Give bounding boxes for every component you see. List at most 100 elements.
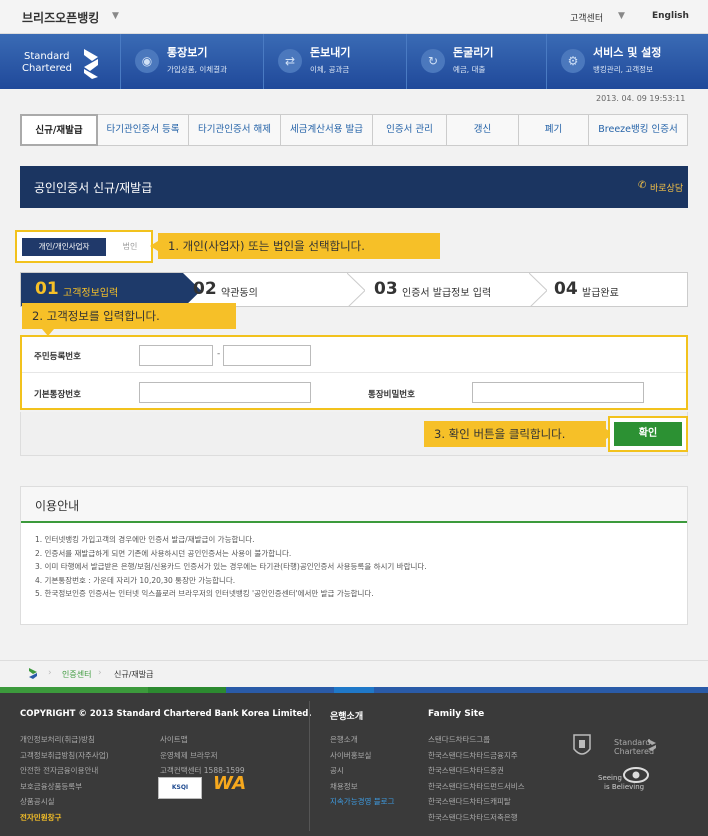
family-site-title: Family Site [428,709,485,719]
transfer-icon: ⇄ [278,49,302,73]
consult-link[interactable]: 바로상담 [650,181,683,194]
breadcrumb-separator-icon: › [98,668,102,678]
current-datetime: 2013. 04. 09 19:53:11 [596,94,686,103]
step-arrow-icon [529,273,547,306]
footer-link[interactable]: 개인정보처리(취급)방침 [20,732,109,748]
tab-register-other[interactable]: 타기관인증서 등록 [98,115,189,145]
home-logo-icon[interactable] [26,667,40,681]
step-3: 03 인증서 발급정보 입력 [374,273,534,306]
nav-item-title: 통장보기 [167,46,208,59]
footer-link[interactable]: 한국스탠다드차타드펀드서비스 [428,779,525,795]
cert-tabs: 신규/재발급 타기관인증서 등록 타기관인증서 해제 세금계산서용 발급 인증서… [20,114,688,146]
tab-revoke[interactable]: 폐기 [519,115,589,145]
tab-renew[interactable]: 갱신 [447,115,519,145]
customer-type-selector: 개인/개인사업자 법인 [15,230,153,263]
footer-logo-text: Chartered [614,747,654,756]
brand-name[interactable]: 브리즈오픈뱅킹 [22,9,99,26]
list-item: 5. 한국정보인증 인증서는 인터넷 익스플로러 브라우저의 인터넷뱅킹 '공인… [35,589,374,598]
step-label: 인증서 발급정보 입력 [402,288,492,299]
nav-item-sub: 뱅킹관리, 고객정보 [593,65,653,74]
footer-link-complaint[interactable]: 전자민원창구 [20,810,109,826]
customer-info-form: 주민등록번호 - 기본통장번호 통장비밀번호 [20,335,688,410]
step-number: 04 [554,279,578,299]
tab-new-reissue[interactable]: 신규/재발급 [20,114,98,146]
account-number-label: 기본통장번호 [34,390,81,400]
list-item: 2. 인증서를 재발급하게 되면 기존에 사용하시던 공인인증서는 사용이 불가… [35,548,292,558]
usage-guide-list: 1. 인터넷뱅킹 가입고객의 경우에만 인증서 발급/재발급이 가능합니다. 2… [35,533,427,601]
confirm-button-frame: 확인 [608,416,688,452]
nav-item-sub: 이체, 공과금 [310,65,350,74]
corporate-option[interactable]: 법인 [112,238,148,256]
resident-number-back-input[interactable] [223,345,311,366]
usage-guide: 이용안내 1. 인터넷뱅킹 가입고객의 경우에만 인증서 발급/재발급이 가능합… [20,486,688,625]
top-bar: 브리즈오픈뱅킹 ▼ 고객센터 ▼ English [0,0,708,34]
individual-option[interactable]: 개인/개인사업자 [22,238,106,256]
footer-bank-links: 은행소개 사이버홍보실 공시 채용정보 지속가능경영 블로그 [330,732,394,810]
list-item: 3. 이미 타행에서 발급받은 은행/보험/신용카드 인증서가 있는 경우에는 … [35,562,427,571]
standard-chartered-logo[interactable]: Standard Chartered [22,44,102,80]
footer-link[interactable]: 고객정보취급방침(자주사업) [20,748,109,764]
step-2: 02 약관동의 [193,273,343,306]
usage-guide-header: 이용안내 [21,487,687,523]
tab-cert-manage[interactable]: 인증서 관리 [373,115,447,145]
footer-link[interactable]: 한국스탠다드차타드저축은행 [428,810,525,826]
footer-link[interactable]: 스탠다드차타드그룹 [428,732,525,748]
footer-link[interactable]: 운영체제 브라우저 [160,748,245,764]
nav-item-transfer[interactable]: ⇄ 돈보내기 이체, 공과금 [263,34,406,89]
confirm-button[interactable]: 확인 [614,422,682,446]
tab-breeze-cert[interactable]: Breeze뱅킹 인증서 [589,115,687,145]
nav-item-invest[interactable]: ↻ 돈굴리기 예금, 대출 [406,34,546,89]
believing-text: is Believing [604,783,644,791]
gear-icon: ⚙ [561,49,585,73]
footer-logo-text: Standard [614,738,650,747]
bank-intro-title: 은행소개 [330,712,364,722]
main-nav: Standard Chartered ◉ 통장보기 가입상품, 이체결과 ⇄ 돈… [0,34,708,89]
customer-center-link[interactable]: 고객센터 [570,11,603,24]
nav-item-title: 돈보내기 [310,46,351,59]
eye-icon: ◉ [135,49,159,73]
callout-step1: 1. 개인(사업자) 또는 법인을 선택합니다. [150,233,440,259]
footer-link[interactable]: 사이버홍보실 [330,748,394,764]
form-row [22,337,686,373]
copyright: COPYRIGHT © 2013 Standard Chartered Bank… [20,709,312,719]
breadcrumb-current: 신규/재발급 [114,670,154,679]
footer-link[interactable]: 안전한 전자금융이용안내 [20,763,109,779]
tab-unregister-other[interactable]: 타기관인증서 해제 [189,115,281,145]
account-password-label: 통장비밀번호 [368,390,415,400]
footer-link-blog[interactable]: 지속가능경영 블로그 [330,794,394,810]
english-link[interactable]: English [652,11,689,21]
footer-link[interactable]: 한국스탠다드차타드증권 [428,763,525,779]
wa-badge: WA [213,773,247,794]
footer-links-col2: 사이트맵 운영체제 브라우저 고객컨택센터 1588-1599 [160,732,245,779]
footer-link[interactable]: 은행소개 [330,732,394,748]
footer-link[interactable]: 한국스탠다드차타드금융지주 [428,748,525,764]
footer-link[interactable]: 공시 [330,763,394,779]
footer-link[interactable]: 보호금융상품등록부 [20,779,109,795]
customer-center-dropdown-icon[interactable]: ▼ [618,11,625,21]
nav-item-title: 서비스 및 설정 [593,46,662,59]
footer-link[interactable]: 한국스탠다드차타드캐피탈 [428,794,525,810]
footer-link[interactable]: 사이트맵 [160,732,245,748]
step-label: 발급완료 [582,288,619,299]
tab-tax-invoice[interactable]: 세금계산서용 발급 [281,115,373,145]
breadcrumb-item[interactable]: 인증센터 [62,669,91,680]
footer-link[interactable]: 채용정보 [330,779,394,795]
nav-item-settings[interactable]: ⚙ 서비스 및 설정 뱅킹관리, 고객정보 [546,34,708,89]
nav-item-accounts[interactable]: ◉ 통장보기 가입상품, 이체결과 [120,34,263,89]
seeing-text: Seeing [598,774,622,782]
step-label: 약관동의 [221,288,258,299]
step-number: 03 [374,279,398,299]
account-password-input[interactable] [472,382,644,403]
footer-link[interactable]: 상품공시실 [20,794,109,810]
account-number-input[interactable] [139,382,311,403]
page-title: 공인인증서 신규/재발급 [34,181,153,195]
step-indicator: 01 고객정보입력 02 약관동의 03 인증서 발급정보 입력 04 발급완료 [20,272,688,307]
resident-number-front-input[interactable] [139,345,213,366]
resident-number-separator: - [217,349,221,359]
step-label: 고객정보입력 [63,288,119,299]
nav-item-title: 돈굴리기 [453,46,494,59]
liverpool-sc-logo-icon: Standard Chartered [573,734,656,756]
step-arrow-icon [347,273,365,306]
brand-dropdown-icon[interactable]: ▼ [112,11,119,21]
footer-links-col1: 개인정보처리(취급)방침 고객정보취급방침(자주사업) 안전한 전자금융이용안내… [20,732,109,825]
